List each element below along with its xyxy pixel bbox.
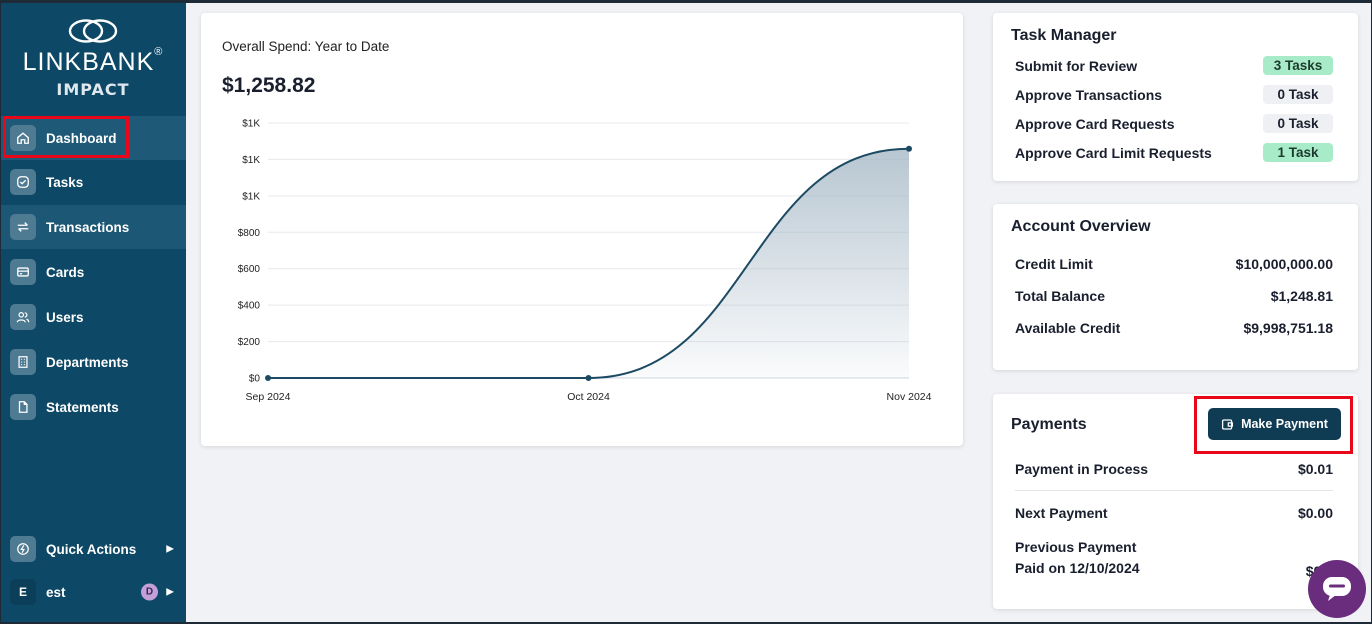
- sidebar-item-label: Cards: [46, 264, 85, 280]
- brand-name: LINKBANK®: [22, 46, 164, 76]
- credit-limit-value: $10,000,000.00: [1235, 256, 1333, 272]
- rings-logo-icon: [68, 19, 118, 43]
- payments-title: Payments: [1011, 416, 1087, 433]
- data-point[interactable]: [265, 375, 271, 381]
- y-tick-label: $1K: [242, 155, 260, 166]
- task-count-badge: 3 Tasks: [1263, 56, 1333, 75]
- account-overview-card: Account Overview Credit Limit $10,000,00…: [993, 204, 1358, 370]
- quick-actions-label: Quick Actions: [46, 541, 137, 557]
- x-tick-label: Nov 2024: [887, 391, 932, 403]
- previous-payment-date: Paid on 12/10/2024: [1015, 560, 1140, 576]
- available-credit-value: $9,998,751.18: [1243, 320, 1333, 336]
- chevron-right-icon: ▶: [166, 586, 174, 598]
- credit-limit-label: Credit Limit: [1015, 256, 1093, 272]
- task-label: Submit for Review: [1015, 57, 1138, 74]
- avatar: E: [10, 579, 36, 605]
- y-tick-label: $400: [238, 301, 261, 312]
- task-label: Approve Card Limit Requests: [1015, 144, 1212, 161]
- y-tick-label: $0: [249, 374, 261, 385]
- payment-in-process-row: Payment in Process $0.01: [1015, 461, 1333, 477]
- sidebar-item-label: Users: [46, 309, 84, 325]
- next-payment-row: Next Payment $0.00: [1015, 505, 1333, 521]
- available-credit-label: Available Credit: [1015, 320, 1121, 336]
- task-row-approve-card-limit[interactable]: Approve Card Limit Requests 1 Task: [1015, 143, 1333, 162]
- y-tick-label: $600: [238, 264, 261, 275]
- document-icon: [10, 394, 36, 420]
- chat-icon: [1323, 577, 1351, 601]
- home-icon: [10, 125, 36, 151]
- check-circle-icon: [10, 169, 36, 195]
- y-tick-label: $1K: [242, 191, 260, 202]
- credit-card-icon: [10, 259, 36, 285]
- building-icon: [10, 349, 36, 375]
- task-manager-card: Task Manager Submit for Review 3 Tasks A…: [993, 13, 1358, 181]
- sidebar-item-statements[interactable]: Statements: [0, 385, 186, 429]
- divider: [1015, 490, 1333, 491]
- quick-actions-button[interactable]: Quick Actions ▶: [0, 527, 186, 571]
- sidebar-item-tasks[interactable]: Tasks: [0, 160, 186, 204]
- sidebar-item-label: Departments: [46, 354, 129, 370]
- payment-in-process-label: Payment in Process: [1015, 461, 1149, 477]
- task-count-badge: 0 Task: [1263, 114, 1333, 133]
- previous-payment-label: Previous Payment: [1015, 539, 1137, 555]
- task-label: Approve Transactions: [1015, 86, 1163, 103]
- total-balance-value: $1,248.81: [1270, 288, 1333, 304]
- arrows-swap-icon: [10, 214, 36, 240]
- task-count-badge: 1 Task: [1263, 143, 1333, 162]
- previous-payment-row: Previous Payment Paid on 12/10/2024 $0.0: [1015, 537, 1333, 579]
- sidebar-item-dashboard[interactable]: Dashboard: [0, 116, 186, 160]
- sidebar: LINKBANK® IMPACT Dashboard Tasks Transac…: [0, 0, 186, 624]
- y-tick-label: $1K: [242, 119, 260, 130]
- task-manager-title: Task Manager: [1011, 27, 1117, 44]
- data-point[interactable]: [585, 375, 592, 381]
- sidebar-item-users[interactable]: Users: [0, 295, 186, 339]
- credit-limit-row: Credit Limit $10,000,000.00: [1015, 256, 1333, 272]
- sidebar-item-departments[interactable]: Departments: [0, 340, 186, 384]
- sidebar-item-label: Statements: [46, 399, 119, 415]
- task-row-submit-review[interactable]: Submit for Review 3 Tasks: [1015, 56, 1333, 75]
- brand-sub: IMPACT: [56, 80, 130, 99]
- available-credit-row: Available Credit $9,998,751.18: [1015, 320, 1333, 336]
- sidebar-item-label: Transactions: [46, 219, 130, 235]
- chevron-right-icon: ▶: [166, 543, 174, 555]
- lightning-icon: [10, 536, 36, 562]
- user-name: est: [46, 584, 66, 600]
- wallet-icon: [1222, 418, 1234, 430]
- spend-chart: $0 $200 $400 $600 $800 $1K $1K $1K Sep 2024 Oct …: [238, 119, 932, 404]
- x-tick-label: Oct 2024: [567, 391, 610, 403]
- payment-in-process-value: $0.01: [1297, 461, 1333, 477]
- account-overview-title: Account Overview: [1011, 218, 1151, 235]
- sidebar-item-transactions[interactable]: Transactions: [0, 205, 186, 249]
- chat-button[interactable]: [1308, 560, 1366, 618]
- data-point[interactable]: [906, 145, 912, 152]
- spend-card: Overall Spend: Year to Date $1,258.82 $0…: [201, 13, 963, 446]
- user-menu[interactable]: E est D ▶: [0, 570, 186, 614]
- y-tick-label: $800: [238, 228, 261, 239]
- make-payment-button[interactable]: Make Payment: [1208, 408, 1341, 440]
- total-balance-label: Total Balance: [1015, 288, 1105, 304]
- make-payment-label: Make Payment: [1241, 417, 1328, 431]
- sidebar-item-label: Dashboard: [46, 130, 117, 146]
- next-payment-value: $0.00: [1297, 505, 1333, 521]
- x-tick-label: Sep 2024: [246, 391, 291, 403]
- task-count-badge: 0 Task: [1263, 85, 1333, 104]
- next-payment-label: Next Payment: [1015, 505, 1108, 521]
- user-badge: D: [141, 583, 158, 601]
- spend-area: [268, 148, 909, 378]
- sidebar-item-label: Tasks: [46, 174, 84, 190]
- task-row-approve-transactions[interactable]: Approve Transactions 0 Task: [1015, 85, 1333, 104]
- task-label: Approve Card Requests: [1015, 115, 1175, 132]
- y-tick-label: $200: [238, 337, 261, 348]
- task-row-approve-card-requests[interactable]: Approve Card Requests 0 Task: [1015, 114, 1333, 133]
- brand-logo: LINKBANK® IMPACT: [0, 18, 186, 99]
- total-balance-row: Total Balance $1,248.81: [1015, 288, 1333, 304]
- sidebar-item-cards[interactable]: Cards: [0, 250, 186, 294]
- users-icon: [10, 304, 36, 330]
- previous-payment-info: Previous Payment Paid on 12/10/2024: [1015, 537, 1140, 579]
